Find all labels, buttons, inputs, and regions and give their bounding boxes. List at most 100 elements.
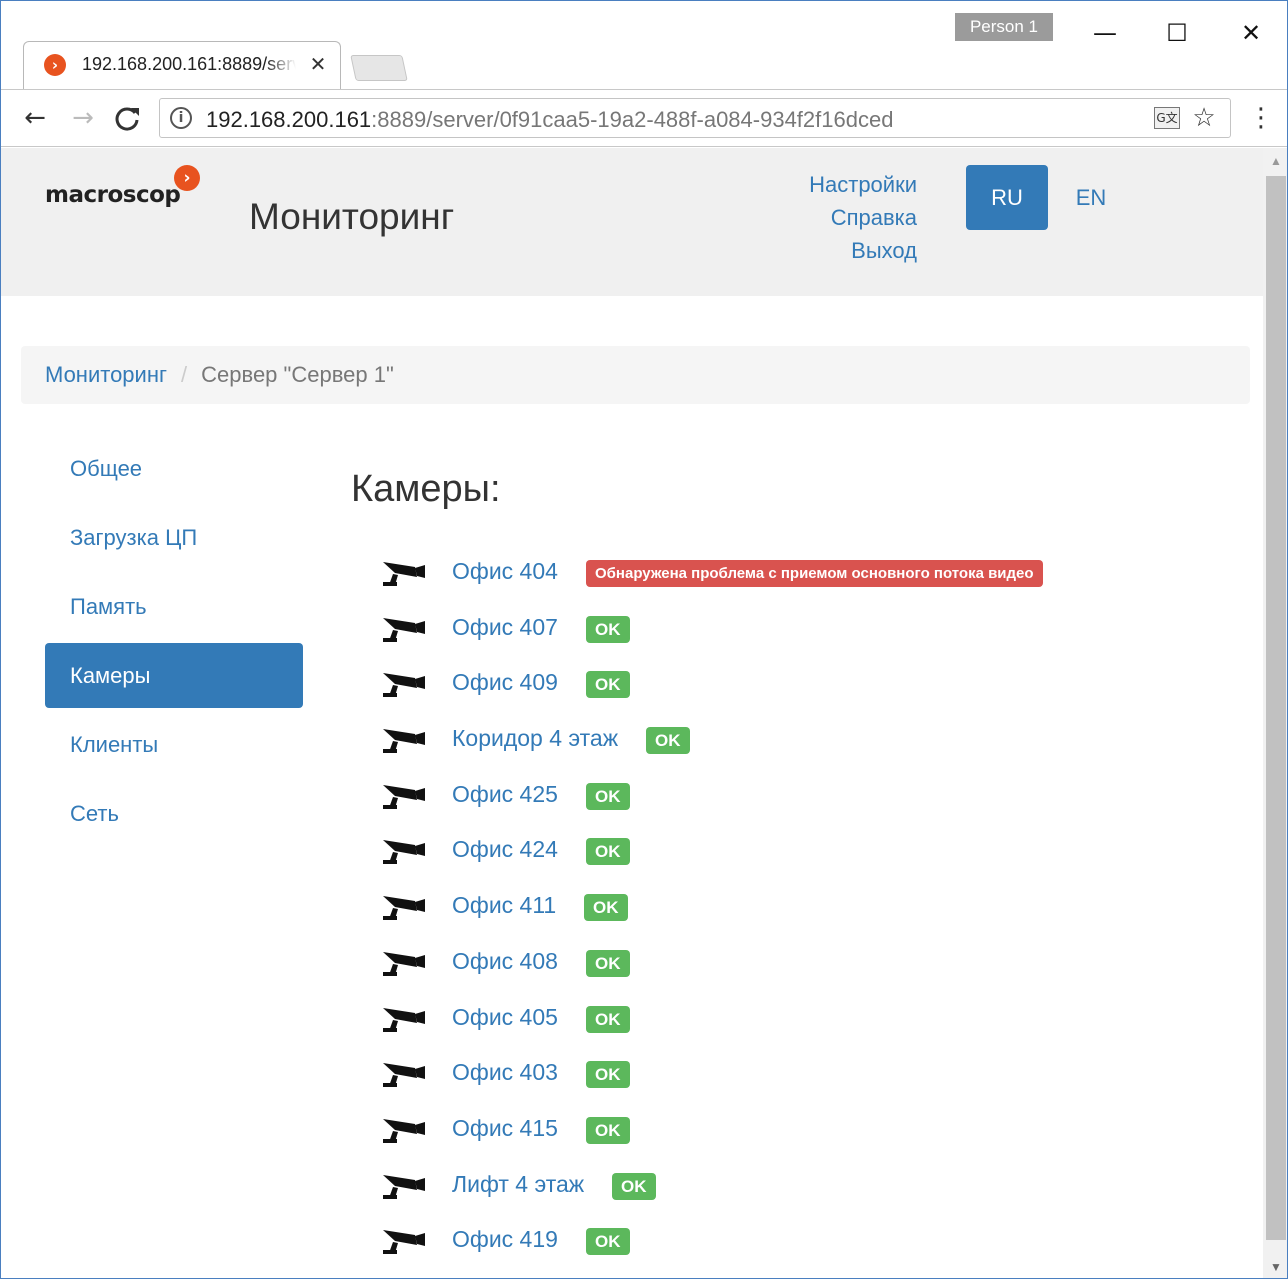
sidebar-item-clients[interactable]: Клиенты (45, 712, 303, 777)
cctv-camera-icon (381, 1115, 427, 1145)
lang-ru-button[interactable]: RU (966, 165, 1048, 230)
browser-toolbar: ← → i 192.168.200.161:8889/server/0f91ca… (1, 89, 1287, 147)
camera-name-link[interactable]: Офис 424 (452, 836, 558, 863)
camera-name-link[interactable]: Офис 425 (452, 781, 558, 808)
url-text[interactable]: 192.168.200.161:8889/server/0f91caa5-19a… (206, 107, 893, 133)
help-link[interactable]: Справка (701, 201, 917, 234)
cctv-camera-icon (381, 1226, 427, 1256)
camera-status-badge: OK (586, 1005, 630, 1033)
breadcrumb-separator: / (181, 362, 188, 387)
profile-badge[interactable]: Person 1 (955, 13, 1053, 41)
camera-name-link[interactable]: Офис 405 (452, 1004, 558, 1031)
browser-tab[interactable]: › 192.168.200.161:8889/server/0f91caa5-1… (23, 41, 341, 89)
camera-row: Офис 404 Обнаружена проблема с приемом ос… (381, 546, 1241, 602)
camera-name-link[interactable]: Офис 404 (452, 558, 558, 585)
url-path: :8889/server/0f91caa5-19a2-488f-a084-934… (371, 107, 894, 132)
camera-row: Офис 409 OK (381, 657, 1241, 713)
camera-status-badge: OK (586, 671, 630, 699)
bookmark-star-icon[interactable]: ☆ (1190, 103, 1218, 133)
sidebar-item-cpu-load[interactable]: Загрузка ЦП (45, 505, 303, 570)
window-close-icon[interactable]: ✕ (1227, 15, 1275, 51)
camera-name-link[interactable]: Офис 407 (452, 614, 558, 641)
header-nav: Настройки Справка Выход (701, 168, 917, 267)
url-host: 192.168.200.161 (206, 107, 372, 132)
tab-close-icon[interactable]: ✕ (306, 52, 330, 76)
lang-en-button[interactable]: EN (1061, 165, 1121, 230)
camera-status-badge: Обнаружена проблема с приемом основного … (586, 560, 1043, 587)
camera-row: Лифт 4 этаж OK (381, 1159, 1241, 1215)
camera-status-badge: OK (612, 1172, 656, 1200)
breadcrumb-current: Сервер "Сервер 1" (201, 362, 394, 387)
section-title: Камеры: (351, 468, 501, 510)
scroll-up-icon[interactable]: ▲ (1263, 148, 1287, 174)
camera-status-badge: OK (586, 615, 630, 643)
camera-row: Офис 411 OK (381, 880, 1241, 936)
camera-row: Коридор 4 этаж OK (381, 713, 1241, 769)
camera-name-link[interactable]: Офис 415 (452, 1115, 558, 1142)
camera-name-link[interactable]: Офис 411 (452, 892, 556, 919)
cctv-camera-icon (381, 836, 427, 866)
camera-row: Офис 419 OK (381, 1214, 1241, 1270)
address-bar[interactable]: i 192.168.200.161:8889/server/0f91caa5-1… (159, 98, 1231, 138)
camera-status-badge: OK (584, 894, 628, 922)
title-bar: › 192.168.200.161:8889/server/0f91caa5-1… (1, 1, 1287, 89)
camera-name-link[interactable]: Офис 403 (452, 1059, 558, 1086)
cctv-camera-icon (381, 614, 427, 644)
sidebar-item-network[interactable]: Сеть (45, 781, 303, 846)
translate-icon[interactable]: G文 (1154, 107, 1180, 129)
page-viewport: macroscop › Мониторинг Настройки Справка… (1, 148, 1263, 1278)
camera-status-badge: OK (586, 1061, 630, 1089)
camera-status-badge: OK (586, 949, 630, 977)
macroscop-favicon-icon: › (44, 54, 66, 76)
new-tab-button[interactable] (350, 55, 408, 81)
cctv-camera-icon (381, 558, 427, 588)
camera-name-link[interactable]: Лифт 4 этаж (452, 1171, 584, 1198)
camera-status-badge: OK (586, 782, 630, 810)
app-title: Мониторинг (249, 196, 455, 237)
macroscop-logo[interactable]: macroscop (45, 182, 181, 208)
camera-row: Офис 424 OK (381, 824, 1241, 880)
sidebar-item-cameras[interactable]: Камеры (45, 643, 303, 708)
cctv-camera-icon (381, 725, 427, 755)
camera-name-link[interactable]: Коридор 4 этаж (452, 725, 618, 752)
reload-svg (115, 107, 139, 131)
vertical-scrollbar[interactable]: ▲ ▼ (1263, 148, 1287, 1278)
camera-name-link[interactable]: Офис 408 (452, 948, 558, 975)
scroll-thumb[interactable] (1266, 176, 1286, 1240)
cctv-camera-icon (381, 669, 427, 699)
camera-row: Офис 405 OK (381, 992, 1241, 1048)
maximize-icon[interactable]: ☐ (1153, 15, 1201, 51)
minimize-icon[interactable]: — (1081, 15, 1129, 51)
cctv-camera-icon (381, 781, 427, 811)
cctv-camera-icon (381, 892, 427, 922)
camera-list: Офис 404 Обнаружена проблема с приемом ос… (381, 546, 1241, 1270)
camera-name-link[interactable]: Офис 409 (452, 669, 558, 696)
app-header: macroscop › Мониторинг Настройки Справка… (1, 148, 1263, 296)
camera-status-badge: OK (586, 1228, 630, 1256)
cctv-camera-icon (381, 1004, 427, 1034)
cctv-camera-icon (381, 1059, 427, 1089)
cctv-camera-icon (381, 1171, 427, 1201)
browser-menu-icon[interactable]: ⋮ (1247, 102, 1275, 134)
browser-window: › 192.168.200.161:8889/server/0f91caa5-1… (0, 0, 1288, 1279)
camera-row: Офис 403 OK (381, 1047, 1241, 1103)
settings-link[interactable]: Настройки (701, 168, 917, 201)
camera-status-badge: OK (586, 1116, 630, 1144)
logout-link[interactable]: Выход (701, 234, 917, 267)
reload-icon[interactable] (111, 102, 143, 134)
cctv-camera-icon (381, 948, 427, 978)
camera-row: Офис 408 OK (381, 936, 1241, 992)
camera-row: Офис 425 OK (381, 769, 1241, 825)
back-arrow-icon[interactable]: ← (19, 102, 51, 134)
scroll-down-icon[interactable]: ▼ (1263, 1254, 1287, 1278)
camera-row: Офис 407 OK (381, 602, 1241, 658)
sidebar-item-memory[interactable]: Память (45, 574, 303, 639)
breadcrumb-monitoring-link[interactable]: Мониторинг (45, 362, 167, 387)
camera-status-badge: OK (646, 727, 690, 755)
tab-title: 192.168.200.161:8889/server/0f91caa5-19a… (82, 54, 296, 76)
camera-name-link[interactable]: Офис 419 (452, 1226, 558, 1253)
forward-arrow-icon[interactable]: → (67, 102, 99, 134)
logo-badge-icon: › (174, 165, 200, 191)
sidebar-item-general[interactable]: Общее (45, 436, 303, 501)
info-icon[interactable]: i (170, 107, 192, 129)
